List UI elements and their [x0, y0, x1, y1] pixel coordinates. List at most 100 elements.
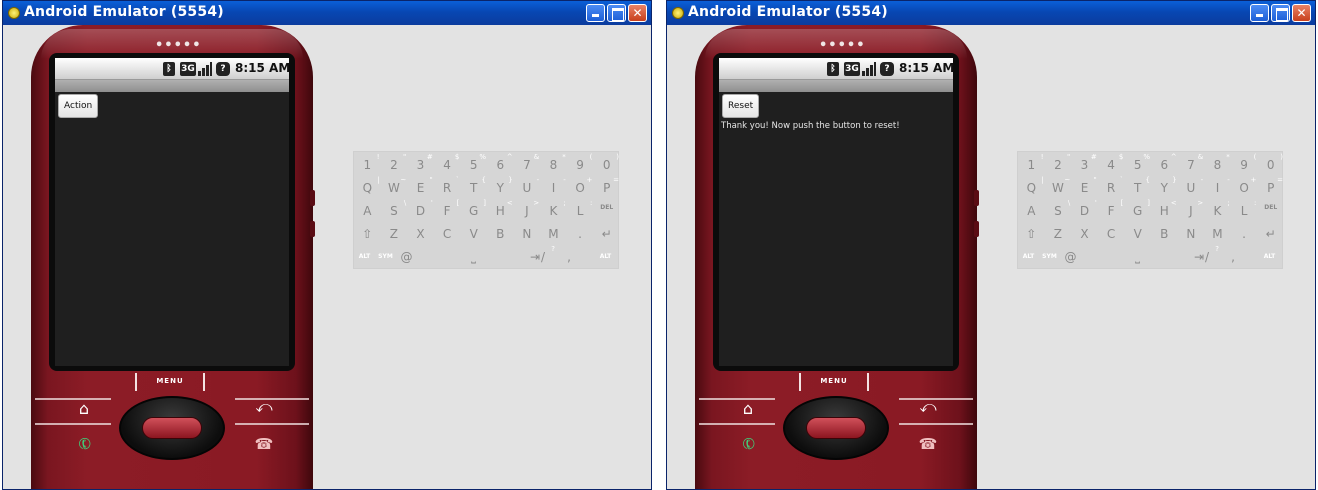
- key-x[interactable]: X: [1071, 221, 1098, 244]
- trackball-button[interactable]: [806, 417, 866, 439]
- key-6[interactable]: 6 ^: [487, 152, 514, 175]
- key-8[interactable]: 8 *: [540, 152, 567, 175]
- close-icon[interactable]: ✕: [1292, 4, 1311, 22]
- key-0[interactable]: 0): [1257, 152, 1284, 175]
- volume-down-button[interactable]: [310, 221, 315, 237]
- key-symbol[interactable]: ⎵: [417, 244, 530, 267]
- menu-button[interactable]: MENU: [135, 373, 205, 391]
- key-s[interactable]: S \: [1045, 198, 1072, 221]
- key-q[interactable]: Q |: [1018, 175, 1045, 198]
- key-k[interactable]: K;: [540, 198, 567, 221]
- call-icon[interactable]: ✆: [71, 431, 99, 458]
- key-l[interactable]: L:: [1231, 198, 1258, 221]
- key-2[interactable]: 2 ": [1045, 152, 1072, 175]
- key-g[interactable]: G]: [1124, 198, 1151, 221]
- key-8[interactable]: 8 *: [1204, 152, 1231, 175]
- key-h[interactable]: H <: [487, 198, 514, 221]
- key-i[interactable]: I-: [1204, 175, 1231, 198]
- back-icon[interactable]: ⤺: [253, 397, 275, 417]
- key-del[interactable]: DEL: [1257, 198, 1284, 221]
- key-alt[interactable]: ALT: [591, 244, 620, 267]
- key-c[interactable]: C: [1098, 221, 1125, 244]
- key-u[interactable]: U-: [514, 175, 541, 198]
- key-l[interactable]: L:: [567, 198, 594, 221]
- key-b[interactable]: B: [1151, 221, 1178, 244]
- key-symbol[interactable]: ⇧: [1018, 221, 1045, 244]
- key-c[interactable]: C: [434, 221, 461, 244]
- key-symbol[interactable]: @: [396, 244, 417, 267]
- key-alt[interactable]: ALT: [1255, 244, 1284, 267]
- key-symbol[interactable]: @: [1060, 244, 1081, 267]
- key-symbol[interactable]: ⇧: [354, 221, 381, 244]
- key-z[interactable]: Z: [381, 221, 408, 244]
- key-w[interactable]: W ~: [381, 175, 408, 198]
- key-2[interactable]: 2 ": [381, 152, 408, 175]
- key-q[interactable]: Q |: [354, 175, 381, 198]
- key-sym[interactable]: SYM: [375, 244, 396, 267]
- key-r[interactable]: R `: [434, 175, 461, 198]
- end-call-icon[interactable]: ☎: [253, 435, 275, 453]
- end-call-icon[interactable]: ☎: [917, 435, 939, 453]
- device-screen[interactable]: ᛒ 3G ? 8:15 AM Action: [55, 58, 289, 366]
- key-k[interactable]: K;: [1204, 198, 1231, 221]
- key-a[interactable]: A: [354, 198, 381, 221]
- minimize-icon[interactable]: [586, 4, 605, 22]
- key-symbol[interactable]: /?: [1194, 244, 1220, 267]
- key-n[interactable]: N: [1178, 221, 1205, 244]
- key-o[interactable]: O +: [1231, 175, 1258, 198]
- window-titlebar[interactable]: Android Emulator (5554) ✕: [667, 1, 1315, 25]
- key-d[interactable]: D ': [1071, 198, 1098, 221]
- key-5[interactable]: 5%: [1124, 152, 1151, 175]
- key-x[interactable]: X: [407, 221, 434, 244]
- dpad-ring[interactable]: [783, 396, 889, 460]
- key-a[interactable]: A: [1018, 198, 1045, 221]
- reset-button[interactable]: Reset: [722, 94, 760, 118]
- key-alt[interactable]: ALT: [354, 244, 375, 267]
- close-icon[interactable]: ✕: [628, 4, 647, 22]
- key-symbol[interactable]: /?: [530, 244, 556, 267]
- key-9[interactable]: 9(: [1231, 152, 1258, 175]
- key-p[interactable]: P =: [593, 175, 620, 198]
- key-j[interactable]: J >: [1178, 198, 1205, 221]
- key-t[interactable]: T{: [1124, 175, 1151, 198]
- key-w[interactable]: W ~: [1045, 175, 1072, 198]
- key-h[interactable]: H <: [1151, 198, 1178, 221]
- dpad-ring[interactable]: [119, 396, 225, 460]
- volume-up-button[interactable]: [310, 190, 315, 206]
- key-symbol[interactable]: .: [567, 221, 594, 244]
- key-5[interactable]: 5%: [460, 152, 487, 175]
- home-icon[interactable]: ⌂: [737, 399, 759, 418]
- key-o[interactable]: O +: [567, 175, 594, 198]
- key-3[interactable]: 3 #: [407, 152, 434, 175]
- key-p[interactable]: P =: [1257, 175, 1284, 198]
- key-e[interactable]: E ": [1071, 175, 1098, 198]
- key-del[interactable]: DEL: [593, 198, 620, 221]
- key-m[interactable]: M: [1204, 221, 1231, 244]
- back-icon[interactable]: ⤺: [917, 397, 939, 417]
- key-6[interactable]: 6 ^: [1151, 152, 1178, 175]
- key-m[interactable]: M: [540, 221, 567, 244]
- key-4[interactable]: 4 $: [434, 152, 461, 175]
- key-symbol[interactable]: ,: [1220, 244, 1246, 267]
- key-g[interactable]: G]: [460, 198, 487, 221]
- key-alt[interactable]: ALT: [1018, 244, 1039, 267]
- key-4[interactable]: 4 $: [1098, 152, 1125, 175]
- key-j[interactable]: J >: [514, 198, 541, 221]
- device-screen[interactable]: ᛒ 3G ? 8:15 AM Reset Thank you! Now push…: [719, 58, 953, 366]
- key-v[interactable]: V: [460, 221, 487, 244]
- key-z[interactable]: Z: [1045, 221, 1072, 244]
- home-icon[interactable]: ⌂: [73, 399, 95, 418]
- key-b[interactable]: B: [487, 221, 514, 244]
- key-u[interactable]: U-: [1178, 175, 1205, 198]
- key-y[interactable]: Y}: [487, 175, 514, 198]
- key-3[interactable]: 3 #: [1071, 152, 1098, 175]
- key-t[interactable]: T{: [460, 175, 487, 198]
- key-s[interactable]: S \: [381, 198, 408, 221]
- key-9[interactable]: 9(: [567, 152, 594, 175]
- key-r[interactable]: R `: [1098, 175, 1125, 198]
- key-7[interactable]: 7 &: [514, 152, 541, 175]
- minimize-icon[interactable]: [1250, 4, 1269, 22]
- key-f[interactable]: F[: [434, 198, 461, 221]
- key-n[interactable]: N: [514, 221, 541, 244]
- key-f[interactable]: F[: [1098, 198, 1125, 221]
